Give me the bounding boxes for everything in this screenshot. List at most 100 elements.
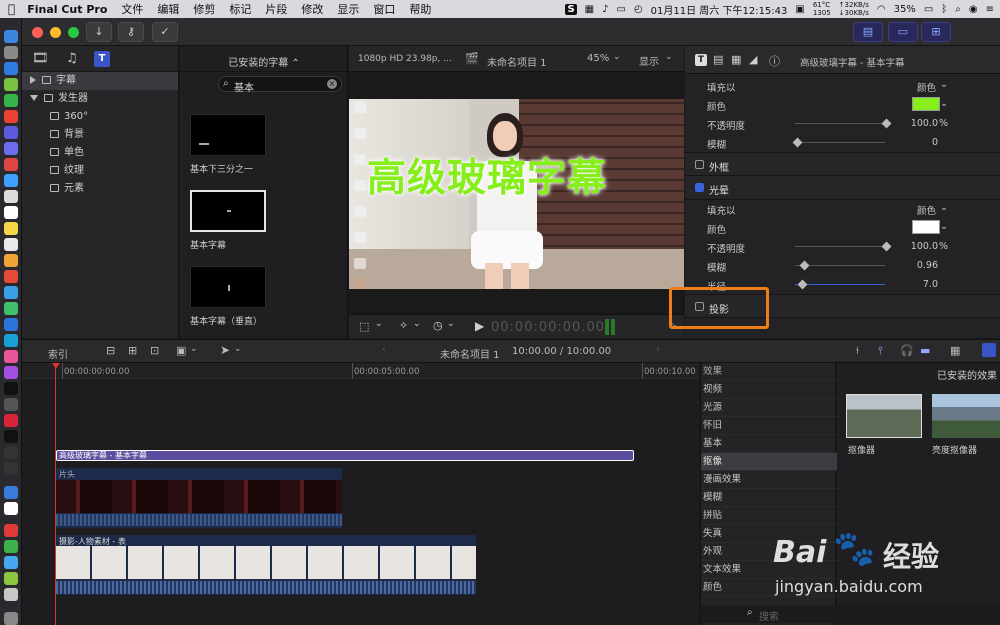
face-color-swatch[interactable]	[912, 97, 940, 111]
video-frame[interactable]: 高级玻璃字幕	[349, 99, 684, 289]
magic-wand-icon[interactable]: ✧	[399, 319, 408, 332]
battery-level[interactable]: 35%	[894, 4, 916, 15]
dock-chrome-icon[interactable]	[4, 110, 18, 123]
library-item-elements[interactable]: 元素	[22, 180, 178, 198]
viewer-display-menu[interactable]: 显示	[639, 53, 659, 68]
keywords-button[interactable]: ⚷	[118, 22, 144, 42]
dock-app-icon[interactable]	[4, 366, 18, 379]
crop-icon[interactable]: ⬚	[359, 320, 369, 333]
effects-category[interactable]: 光源	[701, 399, 837, 417]
monitor-icon[interactable]: ▭	[616, 4, 625, 15]
text-inspector-icon[interactable]: T	[695, 54, 707, 66]
dock-app-icon[interactable]	[4, 126, 18, 139]
window-close-button[interactable]	[32, 27, 43, 38]
menu-clip[interactable]: 片段	[265, 1, 287, 17]
clip-appearance-icon[interactable]: ▦	[950, 344, 960, 357]
effects-search-input[interactable]: 搜索	[759, 608, 779, 623]
library-item-solid[interactable]: 单色	[22, 144, 178, 162]
slider-knob[interactable]	[881, 118, 892, 129]
dock-yandex-icon[interactable]	[4, 502, 18, 515]
playhead-marker[interactable]	[52, 363, 60, 369]
chevron-down-icon[interactable]: ⌄	[413, 319, 421, 329]
playhead[interactable]	[55, 363, 56, 625]
status-s-icon[interactable]: S	[565, 3, 577, 15]
chevron-down-icon[interactable]: ⌄	[613, 52, 621, 62]
slider-knob[interactable]	[799, 260, 810, 271]
opacity-slider[interactable]	[795, 118, 892, 129]
dock-finder-icon[interactable]	[4, 30, 18, 43]
skimming-icon[interactable]: ⫮	[856, 344, 859, 358]
index-button[interactable]: 索引	[48, 346, 68, 361]
slider-knob[interactable]	[792, 137, 803, 148]
inspector-toggle-button[interactable]: ⊞	[921, 22, 951, 42]
dock-calendar-icon[interactable]	[4, 206, 18, 219]
dock-tv-icon[interactable]	[4, 382, 18, 395]
clock-icon[interactable]: ◴	[634, 4, 643, 15]
film-icon[interactable]: 🎞	[32, 51, 49, 66]
dock-launchpad-icon[interactable]	[4, 46, 18, 59]
select-tool-icon[interactable]: ➤	[220, 343, 230, 357]
effects-category[interactable]: 颜色	[701, 579, 837, 597]
glow-fill-value[interactable]: 颜色	[917, 203, 936, 217]
effects-category[interactable]: 模糊	[701, 489, 837, 507]
solo-icon[interactable]: ▬	[920, 344, 930, 357]
edit-mode-icon[interactable]: ▣	[176, 344, 186, 357]
audio-skimming-icon[interactable]: ⫯	[878, 344, 883, 358]
title-thumb-vertical[interactable]	[190, 266, 266, 308]
library-item-background[interactable]: 背景	[22, 126, 178, 144]
dock-app-icon[interactable]	[4, 142, 18, 155]
cpu-stats[interactable]: 61°C 1305	[813, 1, 831, 17]
viewer-zoom[interactable]: 45%	[587, 53, 609, 64]
opacity-value[interactable]: 100.0	[911, 118, 938, 129]
dock-safari-icon[interactable]	[4, 62, 18, 75]
background-tasks-button[interactable]: ✓	[152, 22, 178, 42]
dock-notes-icon[interactable]	[4, 222, 18, 235]
menubar-datetime[interactable]: 01月11日 周六 下午12:15:43	[651, 2, 788, 17]
dock-android-icon[interactable]	[4, 78, 18, 91]
effects-category[interactable]: 文本效果	[701, 561, 837, 579]
titles-icon[interactable]: T	[94, 51, 110, 67]
effect-thumb-luma-keyer[interactable]	[932, 394, 1000, 438]
outline-section[interactable]: 外框	[685, 152, 1000, 176]
library-toggle-button[interactable]: ▤	[853, 22, 883, 42]
forward-chevron-icon[interactable]: ›	[656, 344, 660, 355]
info-icon[interactable]: ⓘ	[769, 53, 780, 69]
menu-help[interactable]: 帮助	[409, 1, 431, 17]
outline-checkbox[interactable]	[695, 160, 704, 169]
browser-title[interactable]: 已安装的字幕 ⌃	[186, 54, 342, 69]
blur-slider[interactable]	[792, 137, 885, 148]
timecode-display[interactable]: 00:00:00:00.00	[491, 320, 605, 335]
dock-app-icon[interactable]	[4, 334, 18, 347]
search-icon[interactable]: ⌕	[955, 4, 961, 15]
glow-radius-value[interactable]: 7.0	[923, 279, 938, 290]
glow-blur-slider[interactable]	[795, 260, 885, 271]
battery-icon[interactable]: ▭	[924, 4, 933, 15]
slider-knob[interactable]	[881, 241, 892, 252]
menu-modify[interactable]: 修改	[301, 1, 323, 17]
back-chevron-icon[interactable]: ‹	[382, 344, 386, 355]
grid-icon[interactable]: ▦	[585, 4, 594, 15]
menu-file[interactable]: 文件	[121, 1, 143, 17]
menu-view[interactable]: 显示	[337, 1, 359, 17]
search-input[interactable]: 基本	[234, 79, 254, 94]
glow-section[interactable]: 光晕	[685, 176, 1000, 200]
chevron-down-icon[interactable]: ⌄	[940, 98, 948, 109]
glow-checkbox[interactable]	[695, 183, 704, 192]
effects-category[interactable]: 漫画效果	[701, 471, 837, 489]
app-name[interactable]: Final Cut Pro	[27, 3, 107, 16]
music-camera-icon[interactable]: ♫	[66, 51, 78, 66]
window-zoom-button[interactable]	[68, 27, 79, 38]
effects-category[interactable]: 怀旧	[701, 417, 837, 435]
chevron-down-icon[interactable]: ⌄	[234, 344, 242, 354]
blur-value[interactable]: 0	[932, 137, 938, 148]
effects-browser-icon[interactable]	[982, 343, 996, 357]
dock-app-icon[interactable]	[4, 270, 18, 283]
chevron-down-icon[interactable]: ⌄	[940, 221, 948, 232]
slider-knob[interactable]	[797, 279, 808, 290]
window-minimize-button[interactable]	[50, 27, 61, 38]
dock-app-icon[interactable]	[4, 350, 18, 363]
dock-wechat-icon[interactable]	[4, 94, 18, 107]
video-clip-intro[interactable]: 片头	[56, 468, 342, 528]
glow-opacity-slider[interactable]	[795, 241, 892, 252]
menu-trim[interactable]: 修剪	[193, 1, 215, 17]
